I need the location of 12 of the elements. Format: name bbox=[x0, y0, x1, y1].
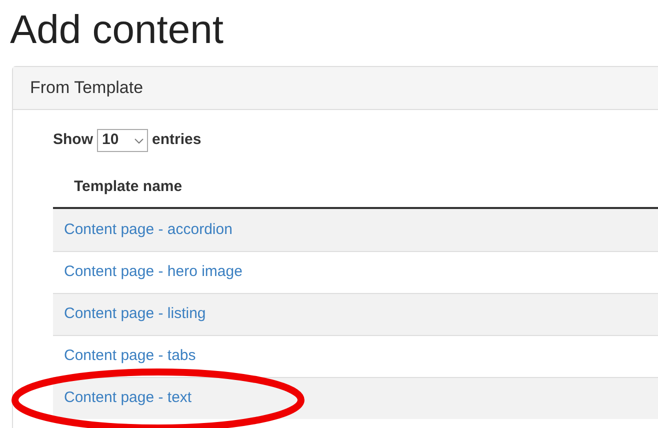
template-link[interactable]: Content page - listing bbox=[64, 303, 206, 326]
entries-label: entries bbox=[152, 130, 202, 150]
chevron-down-icon bbox=[134, 138, 144, 144]
template-link[interactable]: Content page - text bbox=[64, 387, 192, 410]
template-link[interactable]: Content page - accordion bbox=[64, 218, 232, 242]
entries-select[interactable]: 10 bbox=[97, 129, 148, 152]
column-header[interactable]: Template name bbox=[74, 175, 182, 197]
page-title: Add content bbox=[10, 7, 224, 54]
panel-title: From Template bbox=[30, 77, 144, 100]
template-link[interactable]: Content page - tabs bbox=[64, 345, 196, 368]
show-label: Show bbox=[53, 130, 93, 150]
template-link[interactable]: Content page - hero image bbox=[64, 261, 242, 284]
